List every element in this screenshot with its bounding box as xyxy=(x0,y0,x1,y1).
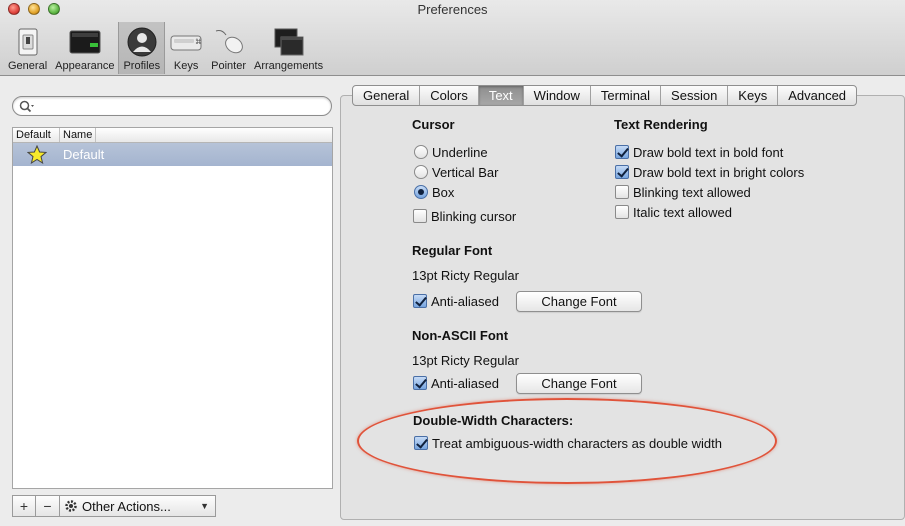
toolbar-profiles[interactable]: Profiles xyxy=(118,22,166,74)
tab-colors[interactable]: Colors xyxy=(420,86,479,105)
windows-icon xyxy=(272,26,306,58)
mouse-icon xyxy=(212,26,246,58)
title-bar: Preferences General Appearance Profiles … xyxy=(0,0,905,76)
non-ascii-change-font-button[interactable]: Change Font xyxy=(516,373,642,394)
profiles-table: Default Name Default xyxy=(12,127,333,489)
cursor-vertical-bar-radio[interactable]: Vertical Bar xyxy=(414,163,498,181)
profile-actions-bar: + − Other Actions... ▼ xyxy=(12,495,216,517)
checkbox-checked[interactable] xyxy=(615,165,629,179)
double-width-checkbox[interactable]: Treat ambiguous-width characters as doub… xyxy=(414,434,722,452)
regular-anti-aliased-checkbox[interactable]: Anti-aliased xyxy=(413,292,499,310)
checkbox-label: Blinking cursor xyxy=(431,208,517,224)
window-title: Preferences xyxy=(417,2,488,17)
tab-advanced[interactable]: Advanced xyxy=(778,86,856,105)
tab-session[interactable]: Session xyxy=(661,86,729,105)
tab-text[interactable]: Text xyxy=(478,86,524,105)
regular-font-name: 13pt Ricty Regular xyxy=(412,268,519,283)
checkbox-label: Italic text allowed xyxy=(633,204,732,220)
checkbox-label: Blinking text allowed xyxy=(633,184,751,200)
tab-general[interactable]: General xyxy=(353,86,421,105)
non-ascii-font-name: 13pt Ricty Regular xyxy=(412,353,519,368)
checkbox-label: Anti-aliased xyxy=(431,375,499,391)
table-header: Default Name xyxy=(13,128,332,143)
toolbar-general[interactable]: General xyxy=(4,22,51,74)
settings-tabs: General Colors Text Window Terminal Sess… xyxy=(352,85,858,106)
toolbar-arrangements-label: Arrangements xyxy=(254,60,324,72)
radio-label: Box xyxy=(432,184,455,200)
toolbar-keys-label: Keys xyxy=(173,60,199,72)
svg-text:⌘: ⌘ xyxy=(195,38,202,46)
radio-label: Vertical Bar xyxy=(432,164,499,180)
checkbox-checked[interactable] xyxy=(413,294,427,308)
gear-icon xyxy=(64,499,78,513)
checkbox-checked[interactable] xyxy=(413,376,427,390)
blinking-cursor-checkbox[interactable]: Blinking cursor xyxy=(413,207,516,225)
checkbox-checked[interactable] xyxy=(615,145,629,159)
star-icon xyxy=(13,145,60,164)
other-actions-popup[interactable]: Other Actions... ▼ xyxy=(60,495,216,517)
checkbox-label: Draw bold text in bold font xyxy=(633,144,784,160)
text-rendering-section-title: Text Rendering xyxy=(614,117,708,132)
toolbar-appearance-label: Appearance xyxy=(55,60,115,72)
search-icon xyxy=(19,100,34,113)
table-row[interactable]: Default xyxy=(13,143,332,166)
checkbox-label: Treat ambiguous-width characters as doub… xyxy=(432,435,722,451)
user-icon xyxy=(125,26,159,58)
cursor-section-title: Cursor xyxy=(412,117,455,132)
blinking-text-checkbox[interactable]: Blinking text allowed xyxy=(615,183,751,201)
column-header-name[interactable]: Name xyxy=(60,128,97,142)
checkbox-checked[interactable] xyxy=(414,436,428,450)
checkbox[interactable] xyxy=(615,205,629,219)
italic-text-checkbox[interactable]: Italic text allowed xyxy=(615,203,732,221)
regular-font-section-title: Regular Font xyxy=(412,243,493,258)
checkbox-label: Draw bold text in bright colors xyxy=(633,164,805,180)
double-width-section-title: Double-Width Characters: xyxy=(413,413,574,428)
column-header-default[interactable]: Default xyxy=(13,128,60,142)
checkbox[interactable] xyxy=(615,185,629,199)
bold-font-checkbox[interactable]: Draw bold text in bold font xyxy=(615,143,783,161)
cursor-underline-radio[interactable]: Underline xyxy=(414,143,488,161)
radio-button-selected[interactable] xyxy=(414,185,428,199)
toolbar-appearance[interactable]: Appearance xyxy=(51,22,118,74)
tab-keys[interactable]: Keys xyxy=(728,86,779,105)
keyboard-icon: ⌘ xyxy=(169,26,203,58)
toolbar-pointer-label: Pointer xyxy=(211,60,247,72)
toolbar-general-label: General xyxy=(8,60,48,72)
preferences-toolbar: General Appearance Profiles ⌘ Keys Point… xyxy=(4,22,327,74)
search-input[interactable] xyxy=(39,98,319,114)
toolbar-profiles-label: Profiles xyxy=(123,60,161,72)
tab-terminal[interactable]: Terminal xyxy=(591,86,662,105)
radio-button[interactable] xyxy=(414,145,428,159)
toolbar-arrangements[interactable]: Arrangements xyxy=(250,22,327,74)
bright-colors-checkbox[interactable]: Draw bold text in bright colors xyxy=(615,163,804,181)
add-profile-button[interactable]: + xyxy=(12,495,36,517)
chevron-down-icon: ▼ xyxy=(200,501,209,511)
profile-name: Default xyxy=(63,147,105,162)
other-actions-label: Other Actions... xyxy=(82,498,171,514)
cursor-box-radio[interactable]: Box xyxy=(414,183,454,201)
monitor-icon xyxy=(68,26,102,58)
checkbox-label: Anti-aliased xyxy=(431,293,499,309)
profile-search-field[interactable] xyxy=(12,96,332,116)
non-ascii-anti-aliased-checkbox[interactable]: Anti-aliased xyxy=(413,374,499,392)
toolbar-keys[interactable]: ⌘ Keys xyxy=(165,22,207,74)
checkbox[interactable] xyxy=(413,209,427,223)
regular-change-font-button[interactable]: Change Font xyxy=(516,291,642,312)
non-ascii-font-section-title: Non-ASCII Font xyxy=(412,328,509,343)
switch-icon xyxy=(11,26,45,58)
remove-profile-button[interactable]: − xyxy=(36,495,60,517)
toolbar-pointer[interactable]: Pointer xyxy=(207,22,250,74)
tab-window[interactable]: Window xyxy=(524,86,591,105)
radio-button[interactable] xyxy=(414,165,428,179)
radio-label: Underline xyxy=(432,144,488,160)
